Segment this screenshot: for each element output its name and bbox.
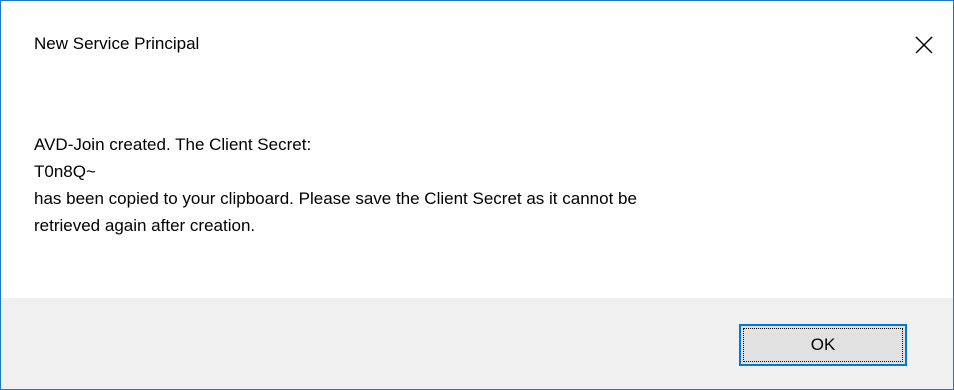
client-secret-value: T0n8Q~ — [34, 162, 96, 181]
ok-button-label: OK — [810, 335, 836, 354]
dialog-title: New Service Principal — [34, 34, 200, 53]
message-line-3: has been copied to your clipboard. Pleas… — [34, 189, 637, 208]
button-bar: OK — [1, 298, 953, 389]
message-dialog: New Service Principal AVD-Join created. … — [0, 0, 954, 390]
message-area: AVD-Join created. The Client Secret: T0n… — [1, 90, 953, 286]
message-text: AVD-Join created. The Client Secret: T0n… — [34, 131, 914, 239]
ok-button[interactable]: OK — [739, 324, 907, 366]
message-line-4: retrieved again after creation. — [34, 216, 256, 235]
close-button[interactable] — [895, 23, 953, 67]
title-bar: New Service Principal — [1, 1, 953, 90]
message-line-1: AVD-Join created. The Client Secret: — [34, 135, 312, 154]
close-icon — [915, 36, 933, 54]
